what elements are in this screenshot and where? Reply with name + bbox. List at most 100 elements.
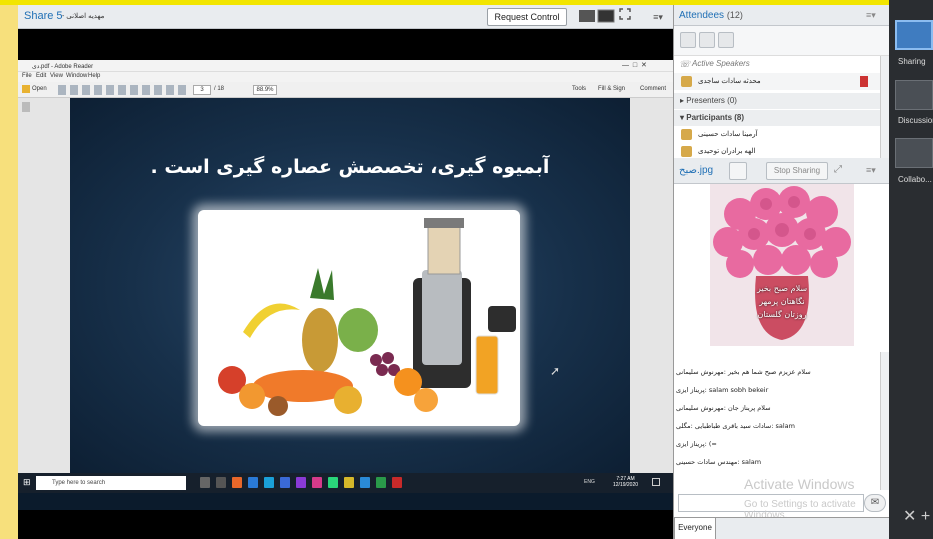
share-pod: Share 5 - مهدیه اصلانی Request Control ≡… [18,5,673,539]
toolbar-icons[interactable] [58,85,188,95]
request-control-button[interactable]: Request Control [487,8,567,26]
pod-menu-icon[interactable]: ≡▾ [866,165,876,176]
send-message-icon[interactable]: ✉ [864,494,886,512]
chat-message: سلام عزیزم صبح شما هم بخیر :مهرنوش سلیما… [676,368,811,376]
page-number-input[interactable]: 3 [193,85,211,95]
active-speakers-label: Active Speakers [692,59,750,68]
speaker-icon: ☏ [679,59,691,69]
participant-name: آرمینا سادات حسینی [698,131,758,138]
pages-panel-icon[interactable] [22,102,30,112]
share-pod-header: Share 5 - مهدیه اصلانی Request Control ≡… [18,5,673,29]
image-pod-title: صبح.jpg [679,165,714,176]
acrobat-left-panel [18,98,70,473]
chat-message: سلام پریناز جان :مهرنوش سلیمانی [676,404,771,412]
shared-screen: دی.pdf - Adobe Reader — □ ✕ File Edit Vi… [18,60,673,510]
open-button[interactable]: Open [32,86,47,92]
file-explorer-icon[interactable] [216,477,226,488]
app-icon-7[interactable] [360,477,370,488]
menu-view[interactable]: View [50,73,63,79]
person-icon [681,76,692,87]
taskbar-lang[interactable]: ENG [584,479,595,485]
app-icon-2[interactable] [280,477,290,488]
menu-edit[interactable]: Edit [36,73,46,79]
taskbar-clock[interactable]: 7:27 AM 12/19/2020 [613,476,638,488]
chat-tab-bar [716,517,890,539]
layout-collaboration[interactable] [895,138,933,168]
layout-discussion[interactable] [895,80,933,110]
image-share-pod: صبح.jpg Stop Sharing ⤢ ≡▾ سلام صبح بخیر [673,158,890,348]
app-icon-4[interactable] [312,477,322,488]
participants-label: Participants (8) [686,113,745,122]
edge-icon[interactable] [264,477,274,488]
chat-tab-everyone[interactable]: Everyone [674,517,716,539]
acrobat-toolbar: Open 3 / 18 88.9% Tools Fill & Sign Comm… [18,82,673,98]
share-pod-title: Share 5 [24,10,63,22]
attendees-toolbar [674,26,890,56]
chat-message: salam :سادات سید باقری طباطبایی :مگلی [676,422,795,430]
window-controls[interactable]: — □ ✕ [622,61,647,69]
app-icon-5[interactable] [328,477,338,488]
fullscreen-icon[interactable]: ⤢ [834,164,842,175]
sort-icon[interactable] [718,32,734,48]
windows-start-icon[interactable]: ⊞ [23,477,31,488]
pod-menu-icon[interactable]: ≡▾ [866,10,876,21]
fill-sign-button[interactable]: Fill & Sign [598,86,625,92]
attendees-header: Attendees (12) ≡▾ [674,5,890,26]
tools-button[interactable]: Tools [572,86,586,92]
layout-label: Sharing [898,57,926,66]
chat-message: =) :پریناز ایزی [676,440,717,448]
active-speaker-row[interactable]: محدثه سادات ساجدی [674,73,880,90]
chat-pod: سلام عزیزم صبح شما هم بخیر :مهرنوش سلیما… [673,348,890,539]
menu-window[interactable]: Window [66,73,87,79]
app-icon-1[interactable] [248,477,258,488]
activate-windows-watermark: Activate Windows [744,476,855,492]
excel-icon[interactable] [376,477,386,488]
attendees-pod: Attendees (12) ≡▾ ☏ Active Speakers محدث… [673,5,890,158]
presenters-section[interactable]: ▸ Presenters (0) [674,93,880,109]
taskbar-date: 12/19/2020 [613,482,639,488]
acrobat-titlebar: دی.pdf - Adobe Reader — □ ✕ [18,60,673,72]
fullscreen-icon[interactable] [618,8,632,26]
pod-menu-icon[interactable]: ≡▾ [650,8,666,26]
task-view-icon[interactable] [200,477,210,488]
layout-sharing[interactable] [895,20,933,50]
person-icon [681,129,692,140]
chat-message: salam :مهندس سادات حسینی [676,458,762,466]
mic-icon [860,76,868,87]
zoom-input[interactable]: 88.9% [253,85,277,95]
open-folder-icon[interactable] [22,85,30,93]
caption-line: روزتان گلستان [757,310,807,319]
slide-title: آبمیوه گیری، تخصصش عصاره گیری است . [150,156,550,178]
pointer-icon[interactable] [729,162,747,180]
notification-icon[interactable] [652,478,660,486]
roses-image: سلام صبح بخیر نگاهتان پرمهر روزتان گلستا… [710,184,854,346]
view-mode-icon[interactable] [577,8,617,26]
acrobat-right-panel [630,98,673,473]
presenters-label: Presenters (0) [686,96,737,105]
image-pod-header: صبح.jpg Stop Sharing ⤢ ≡▾ [674,158,890,184]
acrobat-icon[interactable] [392,477,402,488]
comment-button[interactable]: Comment [640,86,666,92]
participant-name: الهه برادران توحیدی [698,148,756,155]
menu-help[interactable]: Help [88,73,100,79]
acrobat-menubar: File Edit View Window Help [18,72,673,82]
person-icon [681,146,692,157]
app-icon-3[interactable] [296,477,306,488]
participant-row[interactable]: آرمینا سادات حسینی [674,126,880,143]
breakout-icon[interactable] [699,32,715,48]
list-view-icon[interactable] [680,32,696,48]
stop-sharing-button[interactable]: Stop Sharing [766,162,828,180]
roses-caption: سلام صبح بخیر نگاهتان پرمهر روزتان گلستا… [710,282,854,321]
juicer-fruits-image [198,210,520,426]
layout-label: Collabo... [898,175,932,184]
presenter-name: - مهدیه اصلانی [62,13,105,20]
taskbar-search-input[interactable]: Type here to search [36,476,186,490]
close-add-layout-icons[interactable]: ✕ + [903,506,930,526]
app-icon-6[interactable] [344,477,354,488]
menu-file[interactable]: File [22,73,32,79]
participants-section[interactable]: ▾ Participants (8) [674,110,880,126]
attendees-scrollbar[interactable] [880,56,889,158]
layout-label: Discussion [898,116,933,125]
firefox-icon[interactable] [232,477,242,488]
chat-scrollbar[interactable] [880,352,889,490]
